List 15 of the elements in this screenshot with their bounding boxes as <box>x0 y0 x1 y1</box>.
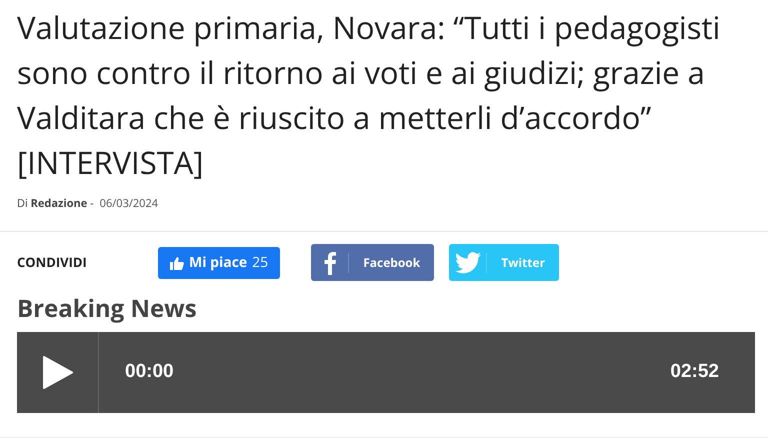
like-label: Mi piace <box>189 252 248 273</box>
like-button[interactable]: Mi piace 25 <box>158 246 280 278</box>
share-label: CONDIVIDI <box>17 252 88 272</box>
article-title: Valutazione primaria, Novara: “Tutti i pedagogisti sono contro il ritorno ai voti e ai giudizi; grazie a Valditara che è riuscito a metterli d’accordo” [INTERVISTA] <box>17 6 722 186</box>
byline: Di Redazione - <box>17 196 94 212</box>
like-count: 25 <box>252 252 268 273</box>
facebook-f-icon <box>324 250 336 274</box>
bird-icon <box>454 252 481 274</box>
play-icon <box>42 356 72 388</box>
share-button[interactable]: Facebook <box>311 244 434 281</box>
current-time: 00:00 <box>125 360 174 384</box>
duration: 02:52 <box>670 360 719 384</box>
section-title: Breaking News <box>17 294 198 324</box>
publish-date: 06/03/2024 <box>100 196 158 212</box>
thumbs-up-icon <box>170 256 184 270</box>
